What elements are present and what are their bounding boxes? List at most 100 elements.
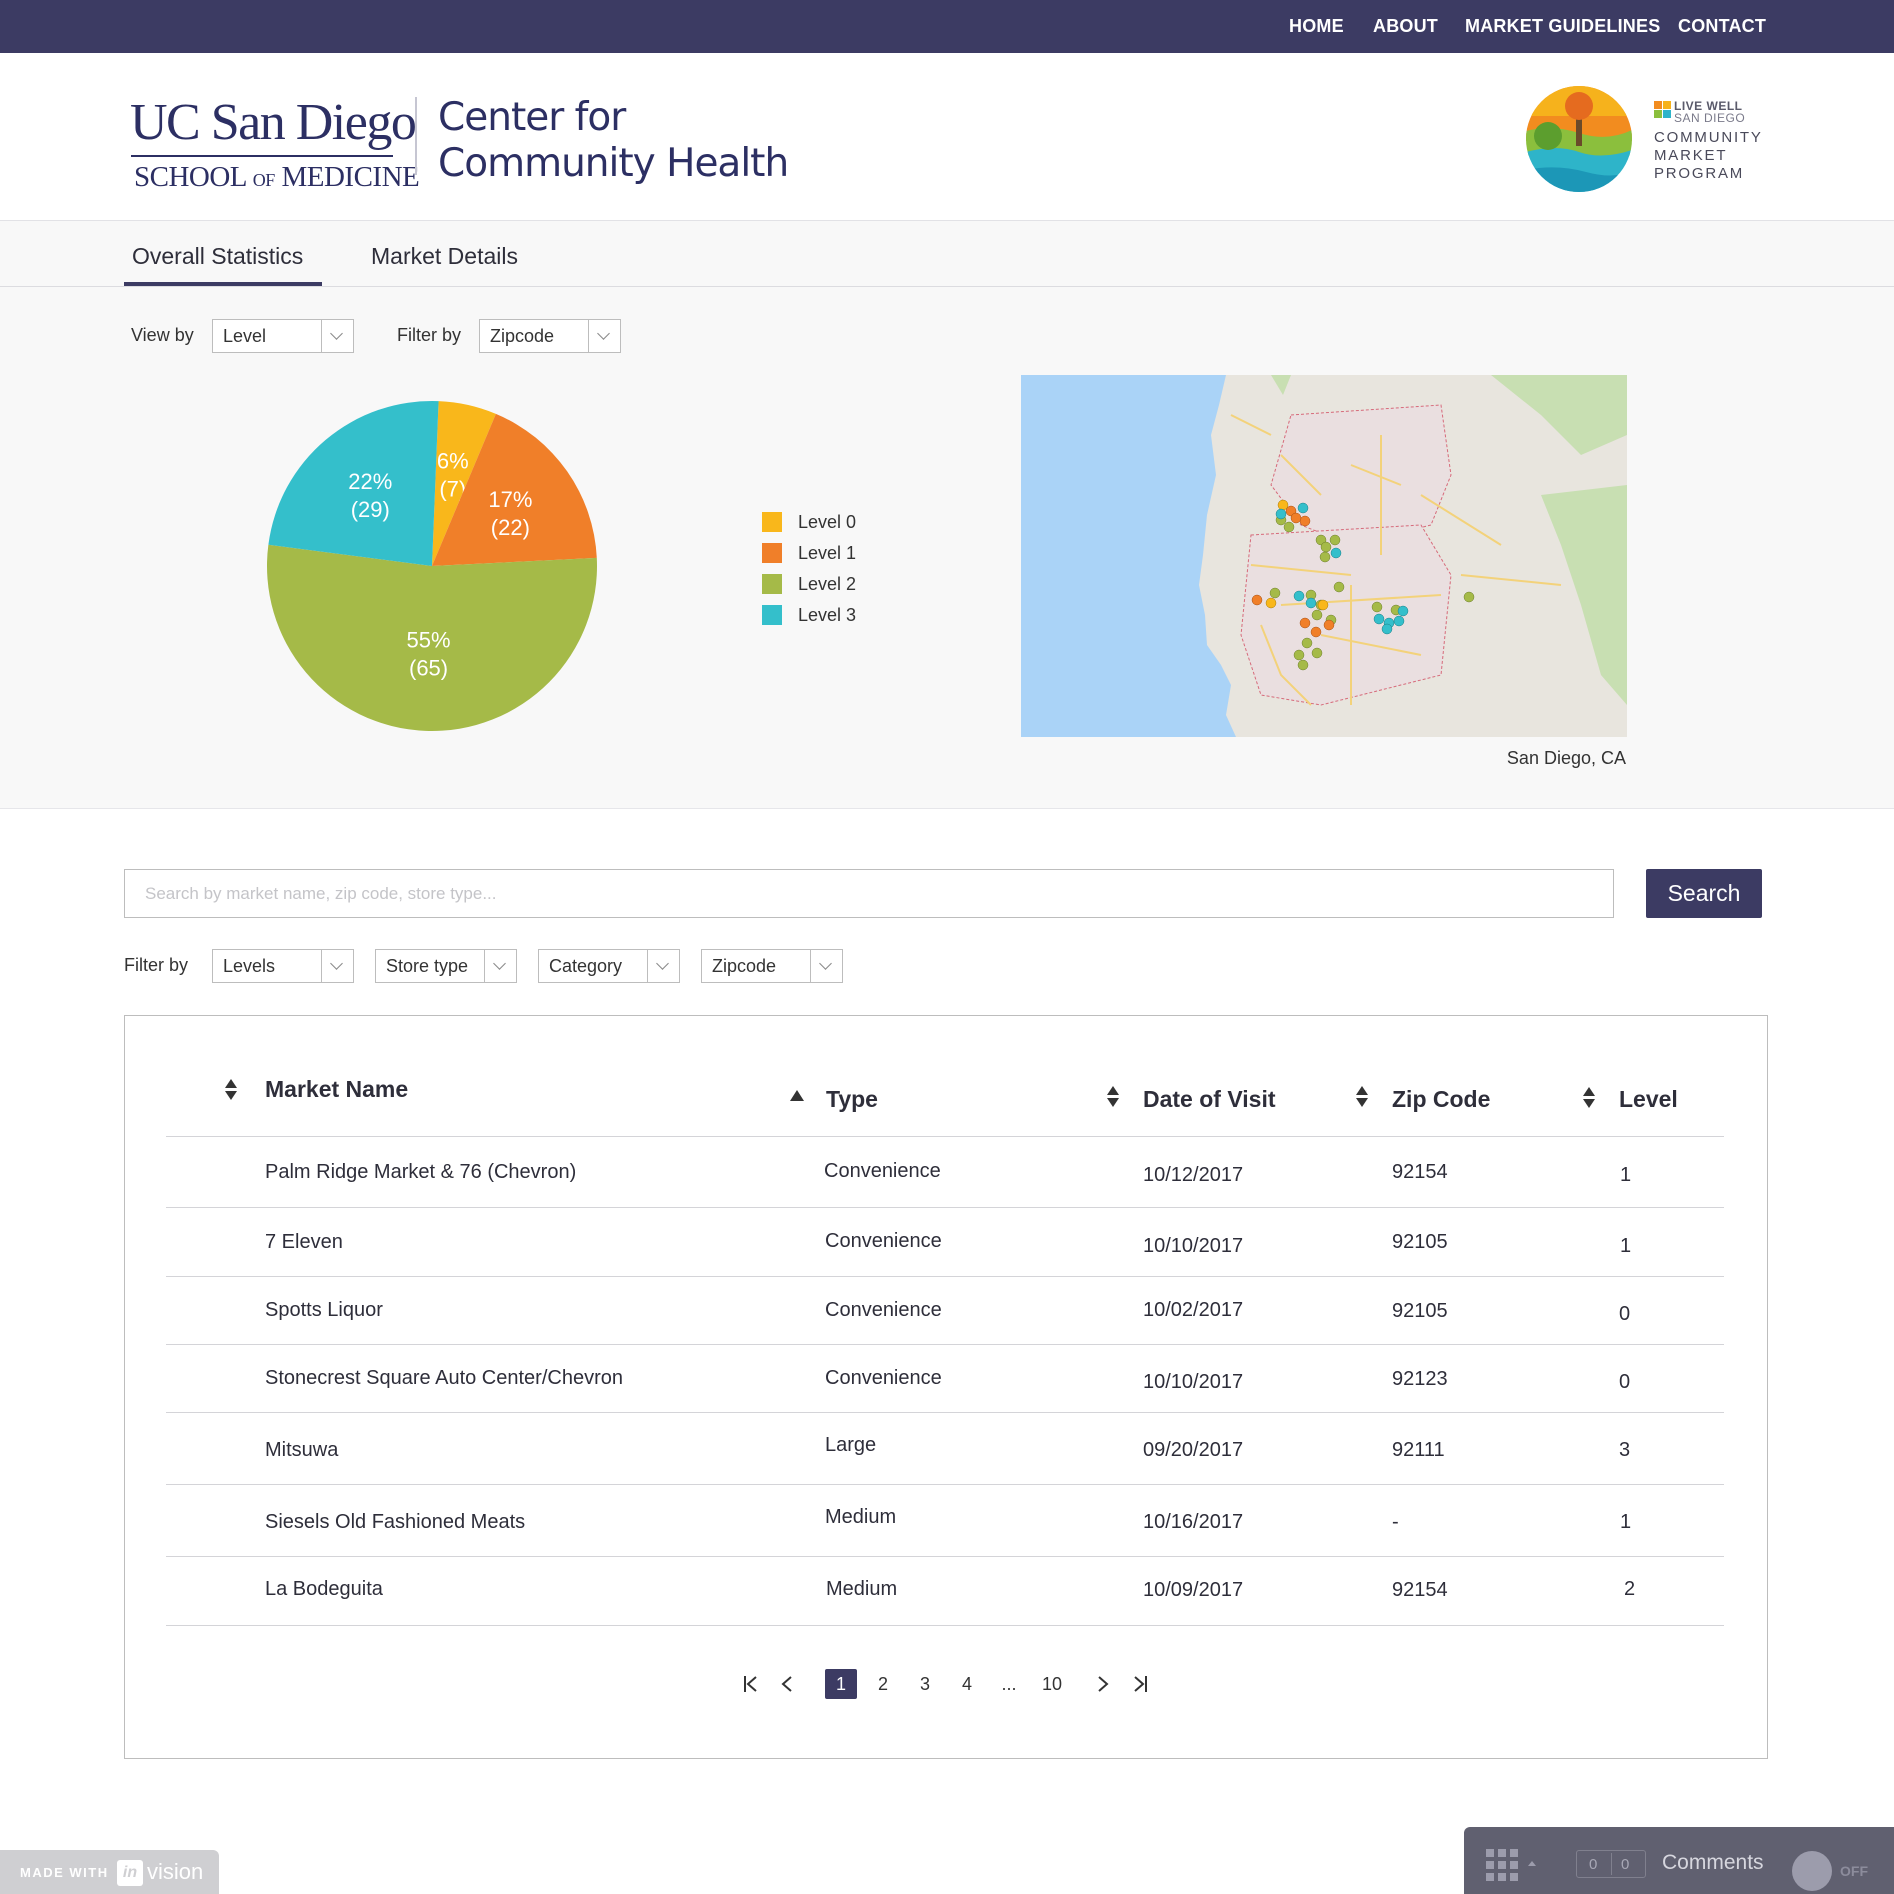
row-divider [166,1276,1724,1277]
row-divider [166,1625,1724,1626]
pie-percent-label: 6% [437,449,469,474]
made-with-invision-badge[interactable]: MADE WITH in vision [0,1850,219,1894]
comments-toggle[interactable]: OFF [1792,1851,1868,1891]
market-locations-map[interactable] [1021,375,1627,737]
legend-label: Level 0 [798,512,857,532]
cell-level: 3 [1619,1439,1631,1461]
center-for-community-health-title: Center for Community Health [438,95,789,186]
cell-zip: 92105 [1392,1231,1448,1253]
row-divider [166,1412,1724,1413]
cell-zip: 92123 [1392,1368,1448,1390]
chevron-down-icon [647,950,679,982]
site-header: UC San Diego SCHOOL OF MEDICINE Center f… [0,53,1894,221]
tab-market-details[interactable]: Market Details [371,243,518,270]
cell-zip: 92154 [1392,1579,1448,1601]
first-page-icon[interactable] [742,1674,760,1694]
nav-home-link[interactable]: HOME [1289,16,1344,37]
store-type-filter-select[interactable]: Store type [375,949,517,983]
header-divider [166,1136,1724,1137]
filter-by-select[interactable]: Zipcode [479,319,621,353]
pie-count-label: (65) [409,656,448,681]
page-3-button[interactable]: 3 [909,1669,941,1699]
page-1-button[interactable]: 1 [825,1669,857,1699]
sort-type-icon[interactable] [789,1090,804,1102]
level-pie-chart: 6%(7) 17%(22)55%(65)22%(29) [267,401,597,732]
category-filter-select[interactable]: Category [538,949,680,983]
nav-about-link[interactable]: ABOUT [1373,16,1438,37]
sort-market-name-icon[interactable] [224,1079,238,1101]
sort-date-icon[interactable] [1106,1086,1120,1108]
cell-level: 1 [1620,1511,1632,1533]
cell-zip: 92111 [1392,1439,1445,1461]
next-page-icon[interactable] [1096,1674,1110,1694]
nav-market-guidelines-link[interactable]: MARKET GUIDELINES [1465,16,1660,37]
ucsd-logo-rule [131,155,393,157]
row-divider [166,1556,1724,1557]
ucsd-logo-subtitle: SCHOOL OF MEDICINE [134,161,420,193]
row-divider [166,1207,1724,1208]
cell-level: 1 [1620,1235,1632,1257]
column-header-market-name[interactable]: Market Name [265,1076,408,1103]
cell-type: Large [825,1434,877,1456]
table-filter-by-label: Filter by [124,955,189,975]
legend-swatch [762,605,782,625]
cell-market-name: Spotts Liquor [265,1299,383,1321]
pie-percent-label: 17% [488,487,532,512]
search-button[interactable]: Search [1646,869,1762,918]
caret-up-icon[interactable] [1528,1861,1536,1866]
legend-item: Level 2 [762,574,902,596]
levels-filter-select[interactable]: Levels [212,949,354,983]
column-header-zip-code[interactable]: Zip Code [1392,1086,1490,1113]
legend-label: Level 2 [798,574,857,594]
cell-market-name: Stonecrest Square Auto Center/Chevron [265,1367,623,1389]
cell-type: Convenience [825,1367,942,1389]
cell-type: Medium [825,1506,897,1528]
pie-percent-label: 55% [407,628,451,653]
legend-swatch [762,543,782,563]
nav-contact-link[interactable]: CONTACT [1678,16,1766,37]
invision-logo-icon: in [117,1860,143,1886]
ucsd-logo-title: UC San Diego [130,94,417,151]
column-header-level[interactable]: Level [1619,1086,1678,1113]
community-market-program-label: COMMUNITY MARKET PROGRAM [1654,129,1763,182]
cell-date: 10/09/2017 [1143,1579,1244,1601]
pie-count-label: (22) [491,515,530,540]
cell-market-name: Mitsuwa [265,1439,339,1461]
page-10-button[interactable]: 10 [1034,1669,1070,1699]
market-search-input[interactable] [124,869,1614,918]
zipcode-filter-select[interactable]: Zipcode [701,949,843,983]
legend-label: Level 3 [798,605,857,625]
row-divider [166,1344,1724,1345]
tab-overall-statistics[interactable]: Overall Statistics [132,243,303,270]
cell-type: Convenience [824,1160,941,1182]
cell-level: 0 [1619,1371,1631,1393]
cell-date: 10/12/2017 [1143,1164,1244,1186]
tab-bar: Overall Statistics Market Details [0,221,1894,287]
column-header-type[interactable]: Type [826,1086,878,1113]
view-by-select[interactable]: Level [212,319,354,353]
logo-divider [415,97,417,175]
cell-type: Medium [826,1578,898,1600]
sort-level-icon[interactable] [1582,1087,1596,1109]
comments-label[interactable]: Comments [1662,1851,1764,1875]
legend-item: Level 1 [762,543,902,565]
grid-menu-icon[interactable] [1486,1849,1518,1881]
live-well-icon [1654,101,1671,118]
cell-level: 2 [1624,1578,1636,1600]
page-4-button[interactable]: 4 [951,1669,983,1699]
cell-type: Convenience [825,1230,942,1252]
cell-date: 10/02/2017 [1143,1299,1244,1321]
cell-date: 09/20/2017 [1143,1439,1244,1461]
cell-zip: - [1392,1511,1399,1533]
legend-item: Level 0 [762,512,902,534]
markets-table-card: Market Name Type Date of Visit Zip Code … [124,1015,1768,1759]
sort-zip-icon[interactable] [1355,1086,1369,1108]
column-header-date-of-visit[interactable]: Date of Visit [1143,1086,1276,1113]
last-page-icon[interactable] [1131,1674,1149,1694]
cell-market-name: Palm Ridge Market & 76 (Chevron) [265,1161,577,1183]
chevron-down-icon [321,950,353,982]
previous-page-icon[interactable] [780,1674,794,1694]
page-2-button[interactable]: 2 [867,1669,899,1699]
toggle-knob [1792,1851,1832,1891]
legend-swatch [762,512,782,532]
